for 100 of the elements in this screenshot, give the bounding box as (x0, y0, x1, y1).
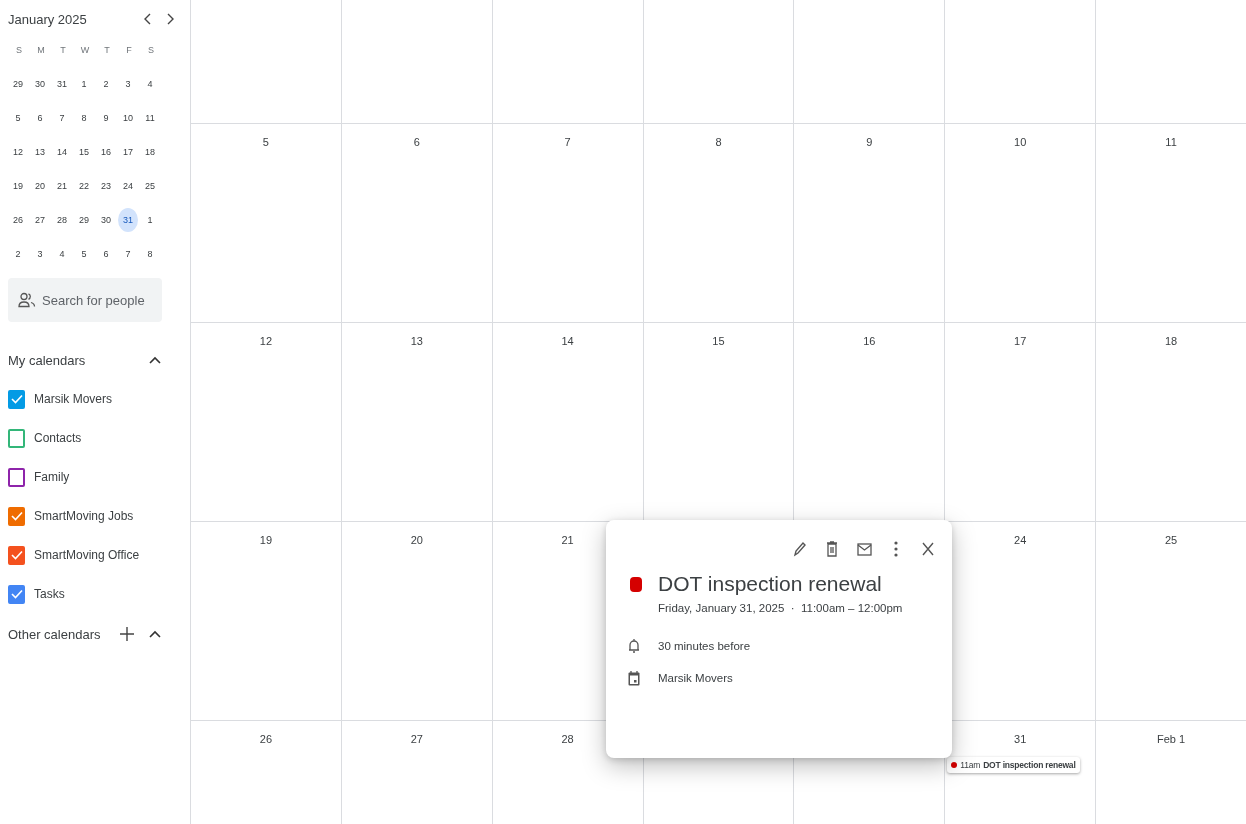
calendar-checkbox[interactable] (8, 506, 25, 526)
mini-calendar-day[interactable]: 10 (118, 106, 138, 130)
mini-calendar-day[interactable]: 30 (96, 208, 116, 232)
day-cell[interactable]: 25 (1095, 522, 1246, 721)
date-number[interactable]: 11 (1165, 136, 1177, 148)
date-number[interactable]: 25 (1164, 534, 1178, 546)
mini-calendar-day[interactable]: 30 (30, 72, 50, 96)
date-number[interactable]: 27 (410, 733, 423, 745)
mini-calendar-day[interactable]: 7 (118, 242, 138, 266)
mini-calendar-day[interactable]: 15 (74, 140, 94, 164)
mini-calendar-day[interactable]: 22 (74, 174, 94, 198)
mini-calendar-day[interactable]: 8 (140, 242, 160, 266)
date-number[interactable]: 5 (262, 136, 269, 148)
mini-calendar-day[interactable]: 12 (8, 140, 28, 164)
mini-calendar-day[interactable]: 5 (74, 242, 94, 266)
mini-calendar-day[interactable]: 18 (140, 140, 160, 164)
mini-calendar-day[interactable]: 4 (52, 242, 72, 266)
date-number[interactable]: Feb 1 (1157, 733, 1186, 745)
day-cell[interactable]: 8 (642, 124, 794, 323)
mini-calendar-day[interactable]: 11 (140, 106, 160, 130)
mini-calendar-day[interactable]: 5 (8, 106, 28, 130)
day-cell[interactable]: 18 (1095, 323, 1246, 522)
mini-calendar-day[interactable]: 6 (96, 242, 116, 266)
date-number[interactable]: 26 (259, 733, 273, 745)
day-cell[interactable]: 5 (190, 124, 341, 323)
mini-calendar-day[interactable]: 2 (8, 242, 28, 266)
date-number[interactable]: 6 (413, 136, 420, 148)
mini-calendar-day[interactable]: 4 (140, 72, 160, 96)
day-cell[interactable] (340, 0, 492, 124)
add-calendar-button[interactable] (118, 625, 136, 643)
mini-calendar-day[interactable]: 31 (118, 208, 138, 232)
date-number[interactable]: 24 (1014, 534, 1027, 546)
date-number[interactable]: 19 (259, 534, 273, 546)
day-cell[interactable]: 7 (491, 124, 643, 323)
day-cell[interactable]: 26 (190, 721, 341, 824)
date-number[interactable]: 18 (1164, 335, 1178, 347)
date-number[interactable]: 31 (1014, 733, 1027, 745)
day-cell[interactable]: 20 (340, 522, 492, 721)
date-number[interactable]: 17 (1014, 335, 1027, 347)
calendar-checkbox[interactable] (8, 584, 25, 604)
date-number[interactable]: 12 (259, 335, 273, 347)
mini-calendar-day[interactable]: 19 (8, 174, 28, 198)
calendar-checkbox[interactable] (8, 545, 25, 565)
day-cell[interactable]: 10 (944, 124, 1096, 323)
mini-calendar-day[interactable]: 17 (118, 140, 138, 164)
day-cell[interactable]: 27 (340, 721, 492, 824)
day-cell[interactable]: Feb 1 (1095, 721, 1246, 824)
mini-calendar-day[interactable]: 3 (118, 72, 138, 96)
day-cell[interactable]: 11 (1095, 124, 1246, 323)
mini-calendar-day[interactable]: 31 (52, 72, 72, 96)
date-number[interactable]: 20 (410, 534, 423, 546)
event-date-time: Friday, January 31, 2025 · 11:00am – 12:00pm (658, 602, 904, 614)
day-cell[interactable]: 17 (944, 323, 1096, 522)
mini-calendar-day[interactable]: 13 (30, 140, 50, 164)
day-cell[interactable]: 12 (190, 323, 341, 522)
mini-calendar-day[interactable]: 6 (30, 106, 50, 130)
mini-calendar-day[interactable]: 14 (52, 140, 72, 164)
day-cell[interactable] (1095, 0, 1246, 124)
mini-calendar-day[interactable]: 25 (140, 174, 160, 198)
event-chip[interactable]: 11am DOT inspection renewal (947, 757, 1080, 773)
day-cell[interactable]: 6 (340, 124, 492, 323)
mini-calendar-day[interactable]: 28 (52, 208, 72, 232)
date-number[interactable]: 14 (561, 335, 574, 347)
date-number[interactable]: 28 (561, 733, 574, 745)
mini-calendar-day[interactable]: 26 (8, 208, 28, 232)
mini-calendar-day[interactable]: 29 (8, 72, 28, 96)
mini-calendar-day[interactable]: 9 (96, 106, 116, 130)
mini-calendar-day[interactable]: 24 (118, 174, 138, 198)
date-number[interactable]: 9 (866, 136, 873, 148)
day-cell[interactable]: 13 (340, 323, 492, 522)
mini-calendar-day[interactable]: 7 (52, 106, 72, 130)
mini-calendar-day[interactable]: 16 (96, 140, 116, 164)
day-cell[interactable]: 19 (190, 522, 341, 721)
calendar-checkbox[interactable] (8, 389, 25, 409)
mini-calendar-day[interactable]: 1 (74, 72, 94, 96)
date-number[interactable]: 21 (561, 534, 574, 546)
day-cell[interactable] (190, 0, 341, 124)
mini-calendar-day[interactable]: 27 (30, 208, 50, 232)
day-cell[interactable] (793, 0, 945, 124)
mini-calendar-day[interactable]: 3 (30, 242, 50, 266)
day-cell[interactable] (944, 0, 1096, 124)
date-number[interactable]: 8 (715, 136, 722, 148)
date-number[interactable]: 7 (564, 136, 571, 148)
search-field[interactable]: Search for people (8, 278, 162, 322)
day-cell[interactable]: 9 (793, 124, 945, 323)
mini-calendar-day[interactable]: 23 (96, 174, 116, 198)
calendar-checkbox[interactable] (8, 428, 25, 448)
date-number[interactable]: 15 (712, 335, 725, 347)
mini-calendar-day[interactable]: 21 (52, 174, 72, 198)
date-number[interactable]: 16 (863, 335, 876, 347)
mini-calendar-day[interactable]: 8 (74, 106, 94, 130)
mini-calendar-day[interactable]: 29 (74, 208, 94, 232)
mini-calendar-day[interactable]: 2 (96, 72, 116, 96)
calendar-checkbox[interactable] (8, 467, 25, 487)
day-cell[interactable] (642, 0, 794, 124)
mini-calendar-day[interactable]: 1 (140, 208, 160, 232)
mini-calendar-day[interactable]: 20 (30, 174, 50, 198)
date-number[interactable]: 10 (1014, 136, 1027, 148)
day-cell[interactable] (491, 0, 643, 124)
date-number[interactable]: 13 (410, 335, 423, 347)
